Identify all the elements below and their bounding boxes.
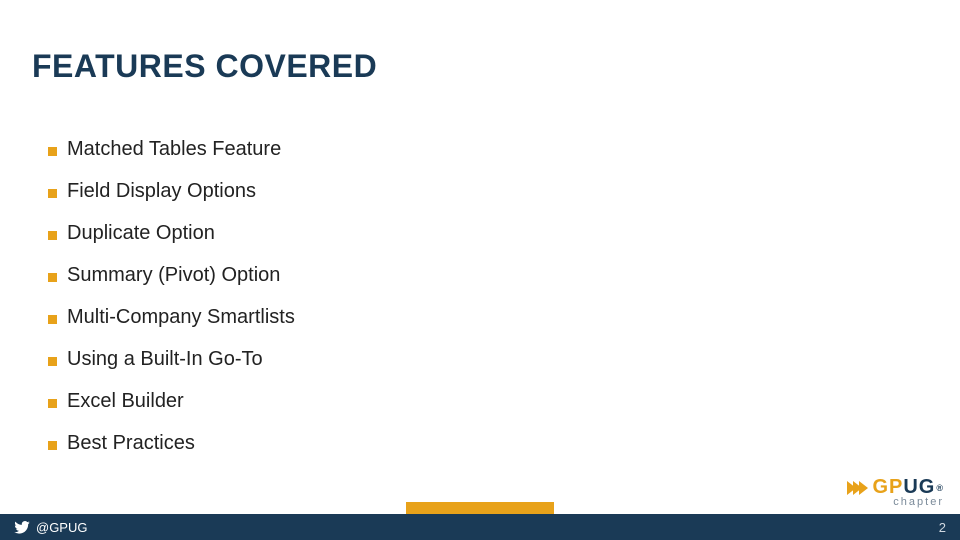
list-item: Matched Tables Feature xyxy=(48,138,848,161)
list-item-label: Duplicate Option xyxy=(67,222,215,245)
list-item: Duplicate Option xyxy=(48,222,848,245)
square-bullet-icon xyxy=(48,315,57,324)
list-item-label: Best Practices xyxy=(67,432,195,455)
list-item: Excel Builder xyxy=(48,390,848,413)
footer-bar: @GPUG 2 xyxy=(0,514,960,540)
registered-icon: ® xyxy=(936,483,944,493)
list-item-label: Multi-Company Smartlists xyxy=(67,306,295,329)
list-item: Using a Built-In Go-To xyxy=(48,348,848,371)
slide-title: FEATURES COVERED xyxy=(32,48,377,85)
square-bullet-icon xyxy=(48,231,57,240)
list-item-label: Using a Built-In Go-To xyxy=(67,348,263,371)
list-item: Multi-Company Smartlists xyxy=(48,306,848,329)
page-number: 2 xyxy=(939,514,946,540)
list-item: Field Display Options xyxy=(48,180,848,203)
square-bullet-icon xyxy=(48,441,57,450)
twitter-handle: @GPUG xyxy=(14,514,87,540)
square-bullet-icon xyxy=(48,273,57,282)
gpug-logo: GPUG® chapter xyxy=(850,476,944,508)
arrow-icon xyxy=(850,481,868,495)
twitter-icon xyxy=(14,521,30,534)
twitter-handle-text: @GPUG xyxy=(36,520,87,535)
square-bullet-icon xyxy=(48,189,57,198)
list-item-label: Field Display Options xyxy=(67,180,256,203)
list-item: Best Practices xyxy=(48,432,848,455)
bullet-list: Matched Tables Feature Field Display Opt… xyxy=(48,138,848,474)
square-bullet-icon xyxy=(48,357,57,366)
list-item-label: Summary (Pivot) Option xyxy=(67,264,280,287)
slide: FEATURES COVERED Matched Tables Feature … xyxy=(0,0,960,540)
list-item: Summary (Pivot) Option xyxy=(48,264,848,287)
list-item-label: Matched Tables Feature xyxy=(67,138,281,161)
square-bullet-icon xyxy=(48,399,57,408)
list-item-label: Excel Builder xyxy=(67,390,184,413)
square-bullet-icon xyxy=(48,147,57,156)
logo-subtitle: chapter xyxy=(850,496,944,508)
